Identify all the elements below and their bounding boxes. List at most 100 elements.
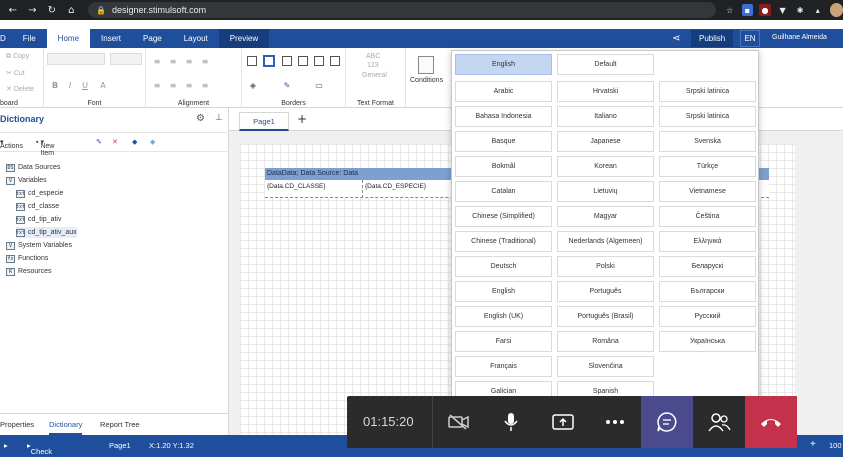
tree-data-sources[interactable]: DS Data Sources (6, 162, 60, 173)
language-option[interactable]: Chinese (Simplified) (455, 206, 552, 227)
tree-var[interactable]: txt cd_tip_ativ_aux (16, 227, 77, 238)
language-option[interactable]: Italiano (557, 106, 654, 127)
language-option[interactable]: Lietuvių (557, 181, 654, 202)
share-icon[interactable]: ⋖ (672, 33, 680, 44)
border-color-icon[interactable]: ✎ (282, 80, 292, 90)
address-bar[interactable]: 🔒 designer.stimulsoft.com (88, 2, 716, 18)
language-option[interactable]: Japanese (557, 131, 654, 152)
wrap-icon[interactable]: ≡ (200, 80, 210, 90)
language-option[interactable]: Беларускі (659, 256, 756, 277)
language-button[interactable]: EN (740, 30, 760, 47)
extension-icon[interactable]: ● (759, 4, 771, 16)
language-option[interactable]: Vietnamese (659, 181, 756, 202)
check-issues-button[interactable]: ▸ Check for Issues (27, 441, 52, 457)
tab-preview[interactable]: Preview (218, 29, 270, 48)
language-option-selected[interactable]: English (455, 54, 552, 75)
language-option[interactable]: Polski (557, 256, 654, 277)
delete-icon[interactable]: ✕ (112, 138, 118, 146)
zoom-in-button[interactable]: + (810, 439, 816, 450)
language-option[interactable]: Ελληνικά (659, 231, 756, 252)
language-option[interactable]: Farsi (455, 331, 552, 352)
language-option[interactable]: Bokmål (455, 156, 552, 177)
back-icon[interactable]: ← (6, 3, 20, 17)
conditions-icon[interactable] (418, 56, 434, 74)
profile-avatar[interactable] (829, 3, 843, 17)
copy-button[interactable]: ⧉ Copy (6, 53, 29, 61)
border-all-icon[interactable] (247, 56, 257, 66)
general-format-button[interactable]: General (362, 72, 387, 79)
border-top-icon[interactable] (298, 56, 308, 66)
move-up-icon[interactable]: ◆ (132, 138, 137, 146)
hang-up-button[interactable] (745, 396, 797, 448)
move-down-icon[interactable]: ◆ (150, 138, 155, 146)
cut-button[interactable]: ✂ Cut (6, 69, 25, 77)
pin-icon[interactable]: ⊥ (215, 113, 223, 123)
participants-button[interactable] (693, 396, 745, 448)
language-option[interactable]: Čeština (659, 206, 756, 227)
text-component[interactable]: {Data.CD_CLASSE} (267, 183, 326, 190)
tab-page[interactable]: Page (132, 29, 173, 48)
align-bottom-icon[interactable]: ≡ (184, 80, 194, 90)
language-option[interactable]: Bahasa Indonesia (455, 106, 552, 127)
tree-var[interactable]: txt cd_classe (16, 201, 59, 212)
tree-var[interactable]: txt cd_tip_ativ (16, 214, 61, 225)
chat-button[interactable] (641, 396, 693, 448)
tree-variables[interactable]: V Variables (6, 175, 47, 186)
text-component[interactable]: {Data.CD_ESPECIE} (365, 183, 426, 190)
tab-properties[interactable]: Properties (0, 420, 34, 429)
bold-icon[interactable]: B (50, 80, 60, 90)
language-option[interactable]: Nederlands (Algemeen) (557, 231, 654, 252)
tab-report-tree[interactable]: Report Tree (100, 420, 140, 429)
star-icon[interactable]: ☆ (724, 4, 736, 16)
underline-icon[interactable]: U (80, 80, 90, 90)
user-name[interactable]: Guilhane Almeida (772, 34, 827, 41)
font-name-select[interactable] (47, 53, 105, 65)
language-option[interactable]: Slovenčina (557, 356, 654, 377)
align-center-icon[interactable]: ≡ (168, 56, 178, 66)
border-right-icon[interactable] (314, 56, 324, 66)
language-option[interactable]: Deutsch (455, 256, 552, 277)
align-middle-icon[interactable]: ≡ (168, 80, 178, 90)
tab-file[interactable]: File (12, 29, 47, 48)
language-option[interactable]: Hrvatski (557, 81, 654, 102)
language-option[interactable]: Arabic (455, 81, 552, 102)
home-icon[interactable]: ⌂ (65, 3, 79, 17)
puzzle-icon[interactable]: ✱ (794, 4, 806, 16)
language-option[interactable]: Româna (557, 331, 654, 352)
language-option-default[interactable]: Default (557, 54, 654, 75)
language-option[interactable]: Français (455, 356, 552, 377)
add-page-icon[interactable]: + (297, 112, 307, 126)
tree-resources[interactable]: R Resources (6, 266, 51, 277)
border-style-icon[interactable]: ▭ (314, 80, 324, 90)
gear-icon[interactable]: ⚙ (196, 113, 205, 124)
border-left-icon[interactable] (282, 56, 292, 66)
font-size-select[interactable] (110, 53, 142, 65)
status-menu-icon[interactable]: ▸ (4, 441, 8, 450)
page-tab[interactable]: Page1 (239, 112, 289, 131)
conditions-button[interactable]: Conditions (410, 77, 443, 84)
align-justify-icon[interactable]: ≡ (200, 56, 210, 66)
language-option[interactable]: Svenska (659, 131, 756, 152)
language-option[interactable]: Korean (557, 156, 654, 177)
fill-color-icon[interactable]: ◈ (248, 80, 258, 90)
tree-functions[interactable]: fx Functions (6, 253, 48, 264)
extension-icon[interactable]: ▼ (777, 4, 789, 16)
reload-icon[interactable]: ↻ (45, 3, 59, 17)
align-top-icon[interactable]: ≡ (152, 80, 162, 90)
language-option[interactable]: Português (Brasil) (557, 306, 654, 327)
tab-home[interactable]: Home (46, 29, 91, 48)
forward-icon[interactable]: → (26, 3, 40, 17)
publish-button[interactable]: Publish (691, 30, 734, 47)
new-item-menu[interactable]: ▪ New Item ▾ (36, 138, 54, 157)
more-options-button[interactable] (589, 396, 641, 448)
edit-icon[interactable]: ✎ (96, 138, 102, 146)
language-option[interactable]: Srpski latinica (659, 81, 756, 102)
tree-system-variables[interactable]: V System Variables (6, 240, 72, 251)
delete-button[interactable]: ✕ Delete (6, 85, 34, 93)
extension-icon[interactable]: ▪ (741, 4, 754, 16)
pin-icon[interactable]: ▴ (812, 4, 824, 16)
language-option[interactable]: Русский (659, 306, 756, 327)
language-option[interactable]: Українська (659, 331, 756, 352)
align-left-icon[interactable]: ≡ (152, 56, 162, 66)
language-option[interactable]: Български (659, 281, 756, 302)
